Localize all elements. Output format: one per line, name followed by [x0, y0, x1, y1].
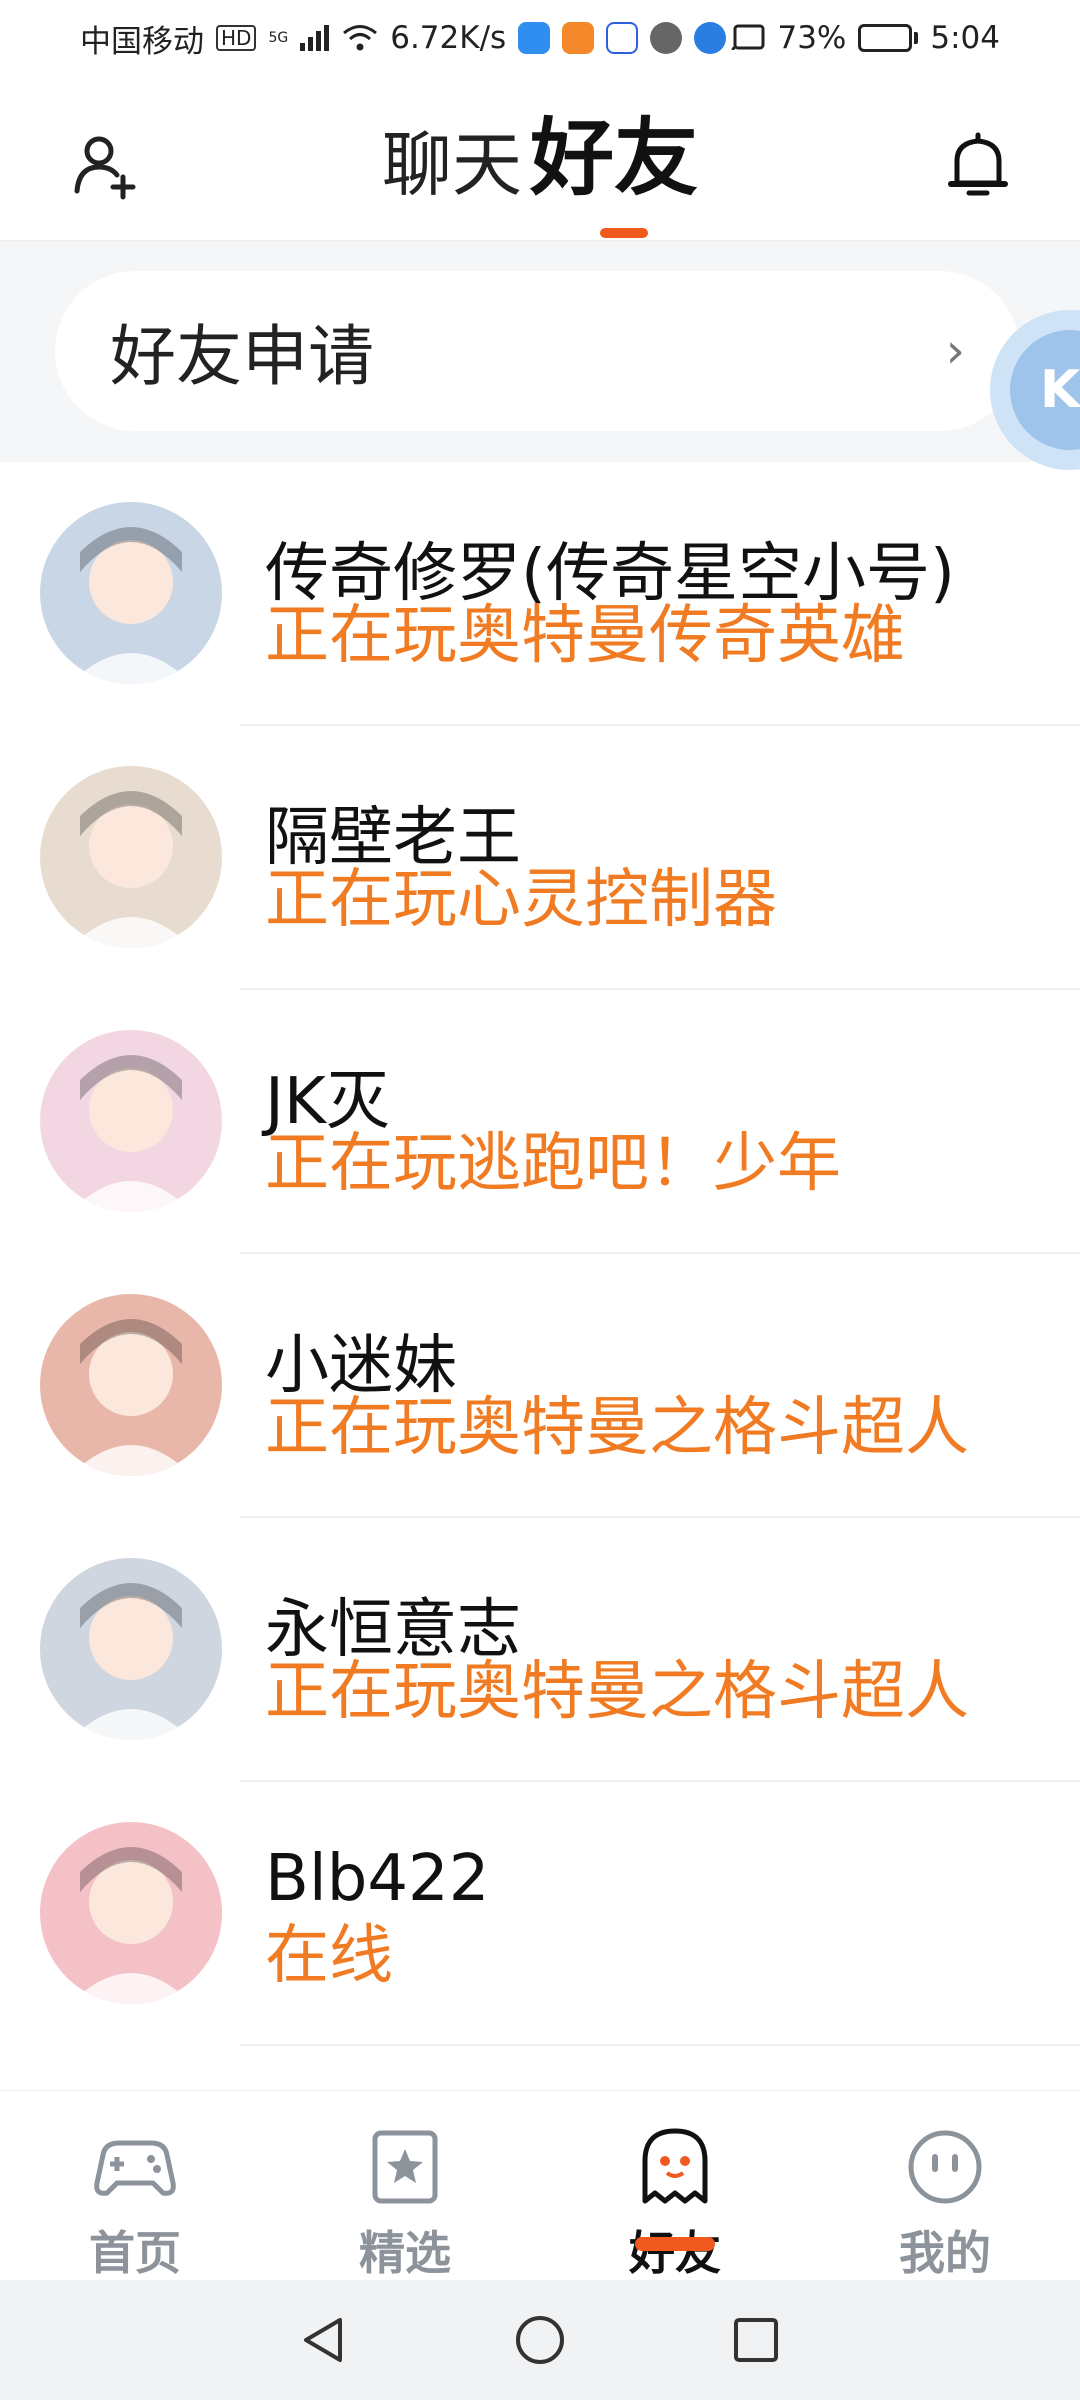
- wechat-app-icon: [650, 22, 683, 54]
- header-tabs: 聊天 好友: [0, 116, 1080, 200]
- active-nav-indicator: [635, 2237, 715, 2251]
- bell-icon: [948, 132, 1008, 196]
- browser-app-icon: [694, 22, 727, 54]
- avatar[interactable]: [40, 1558, 222, 1740]
- friend-status: 正在玩奥特曼传奇英雄: [265, 599, 905, 673]
- nav-label: 我的: [899, 2226, 991, 2280]
- friend-request-button[interactable]: 好友申请 ›: [55, 271, 1020, 431]
- tab-chat[interactable]: 聊天: [382, 130, 522, 200]
- carrier-label: 中国移动: [80, 23, 204, 60]
- back-icon[interactable]: [296, 2312, 352, 2368]
- wifi-icon: [343, 25, 378, 51]
- friends-screen: 中国移动 HD 5G 6.72K/s 73% 5:04 聊天 好友 好友申请 ›…: [0, 0, 1080, 2400]
- home-icon[interactable]: [512, 2312, 568, 2368]
- network-speed: 6.72K/s: [390, 20, 507, 56]
- smiley-profile-icon: [899, 2121, 991, 2213]
- hd-badge: HD: [216, 25, 257, 51]
- avatar[interactable]: [40, 1822, 222, 2004]
- floating-ball-letter: K: [1010, 330, 1080, 450]
- video-app-icon: [562, 22, 595, 54]
- friend-status: 正在玩逃跑吧！少年: [265, 1127, 841, 1201]
- friends-list: 传奇修罗(传奇星空小号) 正在玩奥特曼传奇英雄 隔壁老王 正在玩心灵控制器 JK…: [0, 462, 1080, 2046]
- friend-row[interactable]: JK灭 正在玩逃跑吧！少年: [0, 990, 1080, 1254]
- star-bookmark-icon: [359, 2121, 451, 2213]
- nav-item-0[interactable]: 首页: [0, 2091, 270, 2280]
- friend-row[interactable]: Blb422 在线: [0, 1782, 1080, 2046]
- avatar[interactable]: [40, 502, 222, 684]
- bottom-navigation: 首页 精选 好友 我的: [0, 2090, 1080, 2280]
- friend-status: 正在玩奥特曼之格斗超人: [265, 1655, 969, 1729]
- nav-label: 首页: [89, 2226, 181, 2280]
- friend-request-label: 好友申请: [110, 318, 374, 395]
- top-header: 聊天 好友: [0, 76, 1080, 241]
- friend-status: 在线: [265, 1919, 393, 1993]
- gamepad-icon: [89, 2121, 181, 2213]
- friend-request-section: 好友申请 ›: [0, 241, 1080, 462]
- avatar[interactable]: [40, 1294, 222, 1476]
- status-bar: 中国移动 HD 5G 6.72K/s 73% 5:04: [0, 0, 1080, 76]
- friend-row[interactable]: 小迷妹 正在玩奥特曼之格斗超人: [0, 1254, 1080, 1518]
- ghost-friend-icon: [629, 2121, 721, 2213]
- avatar[interactable]: [40, 766, 222, 948]
- baidu-app-icon: [606, 22, 639, 54]
- divider: [240, 2044, 1080, 2046]
- network-type: 5G: [268, 30, 289, 46]
- tab-friends[interactable]: 好友: [530, 116, 698, 200]
- friend-row[interactable]: 隔壁老王 正在玩心灵控制器: [0, 726, 1080, 990]
- recents-icon[interactable]: [728, 2312, 784, 2368]
- active-tab-indicator: [600, 228, 648, 238]
- system-navigation-bar: [0, 2280, 1080, 2400]
- weather-app-icon: [518, 22, 551, 54]
- clock: 5:04: [930, 20, 1000, 56]
- nav-item-2[interactable]: 好友: [540, 2091, 810, 2280]
- nav-label: 精选: [359, 2226, 451, 2280]
- friend-row[interactable]: 永恒意志 正在玩奥特曼之格斗超人: [0, 1518, 1080, 1782]
- nav-item-1[interactable]: 精选: [270, 2091, 540, 2280]
- cast-icon: [731, 24, 765, 51]
- status-bar-right: 73% 5:04: [731, 20, 1000, 56]
- status-bar-left: 中国移动 HD 5G 6.72K/s: [80, 16, 727, 61]
- notifications-button[interactable]: [938, 126, 1018, 206]
- friend-status: 正在玩奥特曼之格斗超人: [265, 1391, 969, 1465]
- chevron-right-icon: ›: [945, 323, 965, 379]
- signal-icon: [300, 25, 330, 51]
- nav-item-3[interactable]: 我的: [810, 2091, 1080, 2280]
- friend-row[interactable]: 传奇修罗(传奇星空小号) 正在玩奥特曼传奇英雄: [0, 462, 1080, 726]
- battery-icon: [858, 24, 919, 52]
- avatar[interactable]: [40, 1030, 222, 1212]
- battery-percent: 73%: [777, 20, 847, 56]
- friend-status: 正在玩心灵控制器: [265, 863, 777, 937]
